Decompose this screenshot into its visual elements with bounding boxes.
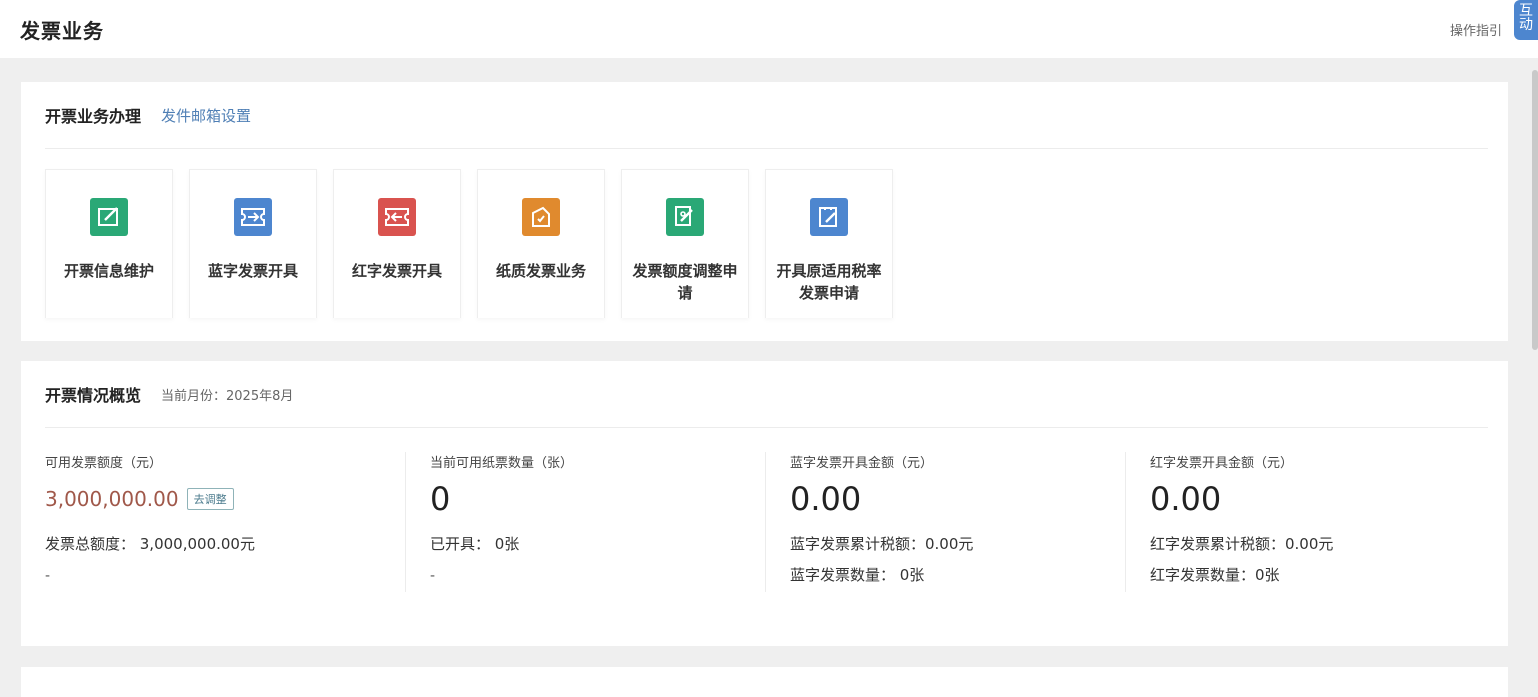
overview-title: 开票情况概览 (45, 386, 142, 405)
stat-value-row: 3,000,000.00 去调整 (45, 481, 385, 517)
tile-label: 红字发票开具 (351, 262, 442, 280)
stat-detail: 蓝字发票数量： 0张 (790, 566, 925, 584)
interaction-tab[interactable]: 互动 (1514, 0, 1538, 40)
scrollbar[interactable] (1532, 70, 1538, 350)
email-settings-link[interactable]: 发件邮箱设置 (161, 105, 251, 126)
stat-detail: 蓝字发票累计税额：0.00元 (790, 535, 974, 553)
stat-red-amount: 红字发票开具金额（元） 0.00 红字发票累计税额：0.00元 红字发票数量：0… (1125, 452, 1485, 592)
ticket-in-icon (234, 198, 272, 236)
stat-label: 蓝字发票开具金额（元） (790, 456, 934, 471)
overview-card-header: 开票情况概览 当前月份：2025年8月 (45, 361, 1488, 428)
tile-paper-invoice[interactable]: 纸质发票业务 (477, 169, 605, 318)
ticket-out-icon (378, 198, 416, 236)
stat-detail: 红字发票累计税额：0.00元 (1150, 535, 1334, 553)
stat-label: 可用发票额度（元） (45, 456, 163, 471)
tile-invoice-info[interactable]: 开票信息维护 (45, 169, 173, 318)
stat-detail: 红字发票数量：0张 (1150, 566, 1280, 584)
stat-dash: - (45, 568, 51, 584)
stat-value-row: 0.00 (1150, 480, 1465, 518)
tile-blue-invoice[interactable]: 蓝字发票开具 (189, 169, 317, 318)
tile-label: 开具原适用税率发票申请 (776, 262, 882, 302)
tile-label: 开票信息维护 (63, 262, 154, 280)
stat-blue-amount: 蓝字发票开具金额（元） 0.00 蓝字发票累计税额：0.00元 蓝字发票数量： … (765, 452, 1125, 592)
stat-available-quota: 可用发票额度（元） 3,000,000.00 去调整 发票总额度： 3,000,… (45, 452, 405, 592)
stat-detail: 已开具： 0张 (430, 535, 520, 553)
tile-label: 纸质发票业务 (495, 262, 586, 280)
tile-label: 蓝字发票开具 (207, 262, 298, 280)
edit-icon (90, 198, 128, 236)
stat-value: 0.00 (790, 480, 862, 518)
stat-dash: - (430, 568, 436, 584)
current-month: 当前月份：2025年8月 (161, 388, 294, 404)
clipboard-icon (810, 198, 848, 236)
business-card: 开票业务办理 发件邮箱设置 开票信息维护 蓝字发票开具 红字发票开具 纸质发票业… (21, 82, 1508, 341)
stat-value-row: 0 (430, 480, 745, 518)
stat-value: 0.00 (1150, 480, 1222, 518)
bag-icon (522, 198, 560, 236)
stat-label: 红字发票开具金额（元） (1150, 456, 1294, 471)
guide-link[interactable]: 操作指引 (1450, 20, 1502, 39)
page-title: 发票业务 (20, 18, 104, 43)
stat-label: 当前可用纸票数量（张） (430, 456, 574, 471)
tile-quota-adjust[interactable]: 发票额度调整申请 (621, 169, 749, 318)
next-card-edge (21, 667, 1508, 697)
stat-detail: 发票总额度： 3,000,000.00元 (45, 535, 255, 553)
stat-value: 0 (430, 480, 451, 518)
overview-card: 开票情况概览 当前月份：2025年8月 可用发票额度（元） 3,000,000.… (21, 361, 1508, 646)
business-card-header: 开票业务办理 发件邮箱设置 (45, 82, 1488, 149)
overview-stats: 可用发票额度（元） 3,000,000.00 去调整 发票总额度： 3,000,… (45, 452, 1508, 592)
business-title: 开票业务办理 (45, 107, 142, 126)
adjust-button[interactable]: 去调整 (186, 488, 234, 510)
tile-label: 发票额度调整申请 (632, 262, 738, 302)
sign-icon (666, 198, 704, 236)
stat-value-row: 0.00 (790, 480, 1105, 518)
stat-value: 3,000,000.00 (45, 487, 179, 511)
business-tiles: 开票信息维护 蓝字发票开具 红字发票开具 纸质发票业务 发票额度调整申请 开具原… (45, 169, 1508, 318)
tile-original-tax-rate[interactable]: 开具原适用税率发票申请 (765, 169, 893, 318)
top-bar: 发票业务 操作指引 (0, 0, 1538, 58)
tile-red-invoice[interactable]: 红字发票开具 (333, 169, 461, 318)
stat-paper-count: 当前可用纸票数量（张） 0 已开具： 0张 - (405, 452, 765, 592)
